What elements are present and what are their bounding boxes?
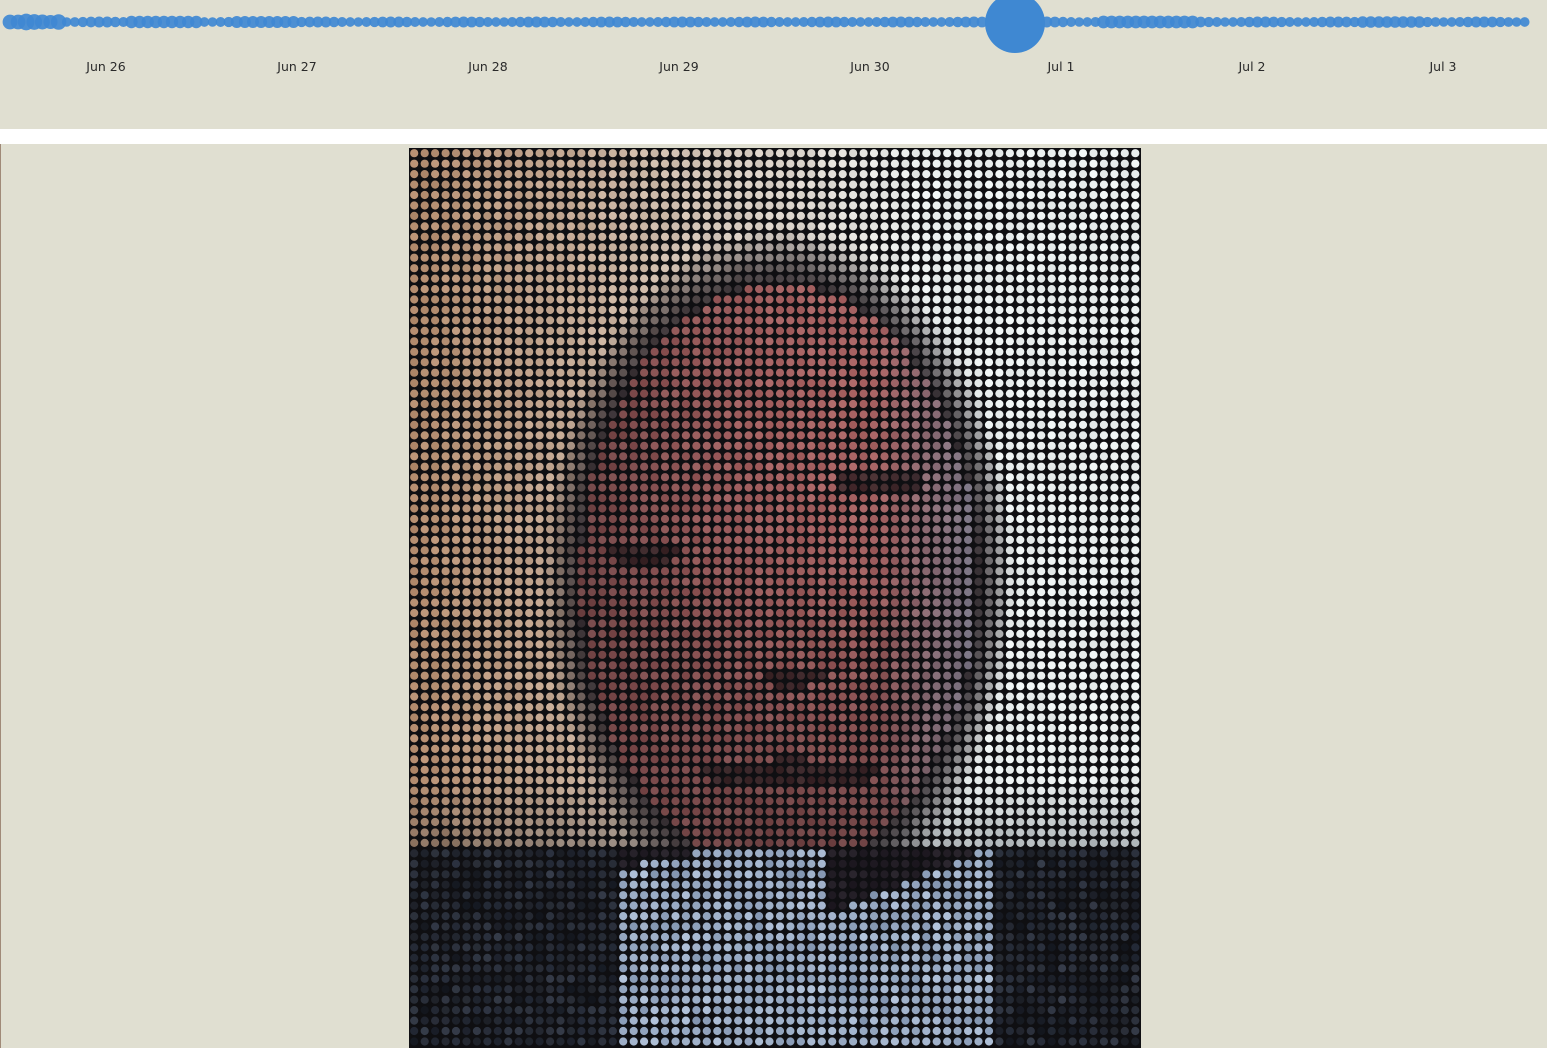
- timeline-strip[interactable]: Jun 26 Jun 27 Jun 28 Jun 29 Jun 30 Jul 1…: [0, 0, 1547, 129]
- portrait-mosaic: [409, 148, 1141, 1048]
- tick-label-jun-28: Jun 28: [468, 59, 507, 74]
- tick-label-jun-26: Jun 26: [86, 59, 125, 74]
- tick-label-jul-3: Jul 3: [1429, 59, 1456, 74]
- tick-label-jul-2: Jul 2: [1238, 59, 1265, 74]
- tick-label-jun-30: Jun 30: [850, 59, 889, 74]
- timeline-selected-marker[interactable]: [985, 0, 1045, 53]
- tick-label-jul-1: Jul 1: [1047, 59, 1074, 74]
- tick-label-jun-27: Jun 27: [277, 59, 316, 74]
- tick-label-jun-29: Jun 29: [659, 59, 698, 74]
- left-edge-line: [0, 144, 1, 1048]
- section-divider: [0, 129, 1547, 144]
- timeline-dot[interactable]: [1520, 17, 1530, 27]
- timeline-dots[interactable]: [0, 0, 1547, 129]
- portrait-dot-grid: [409, 148, 1141, 1048]
